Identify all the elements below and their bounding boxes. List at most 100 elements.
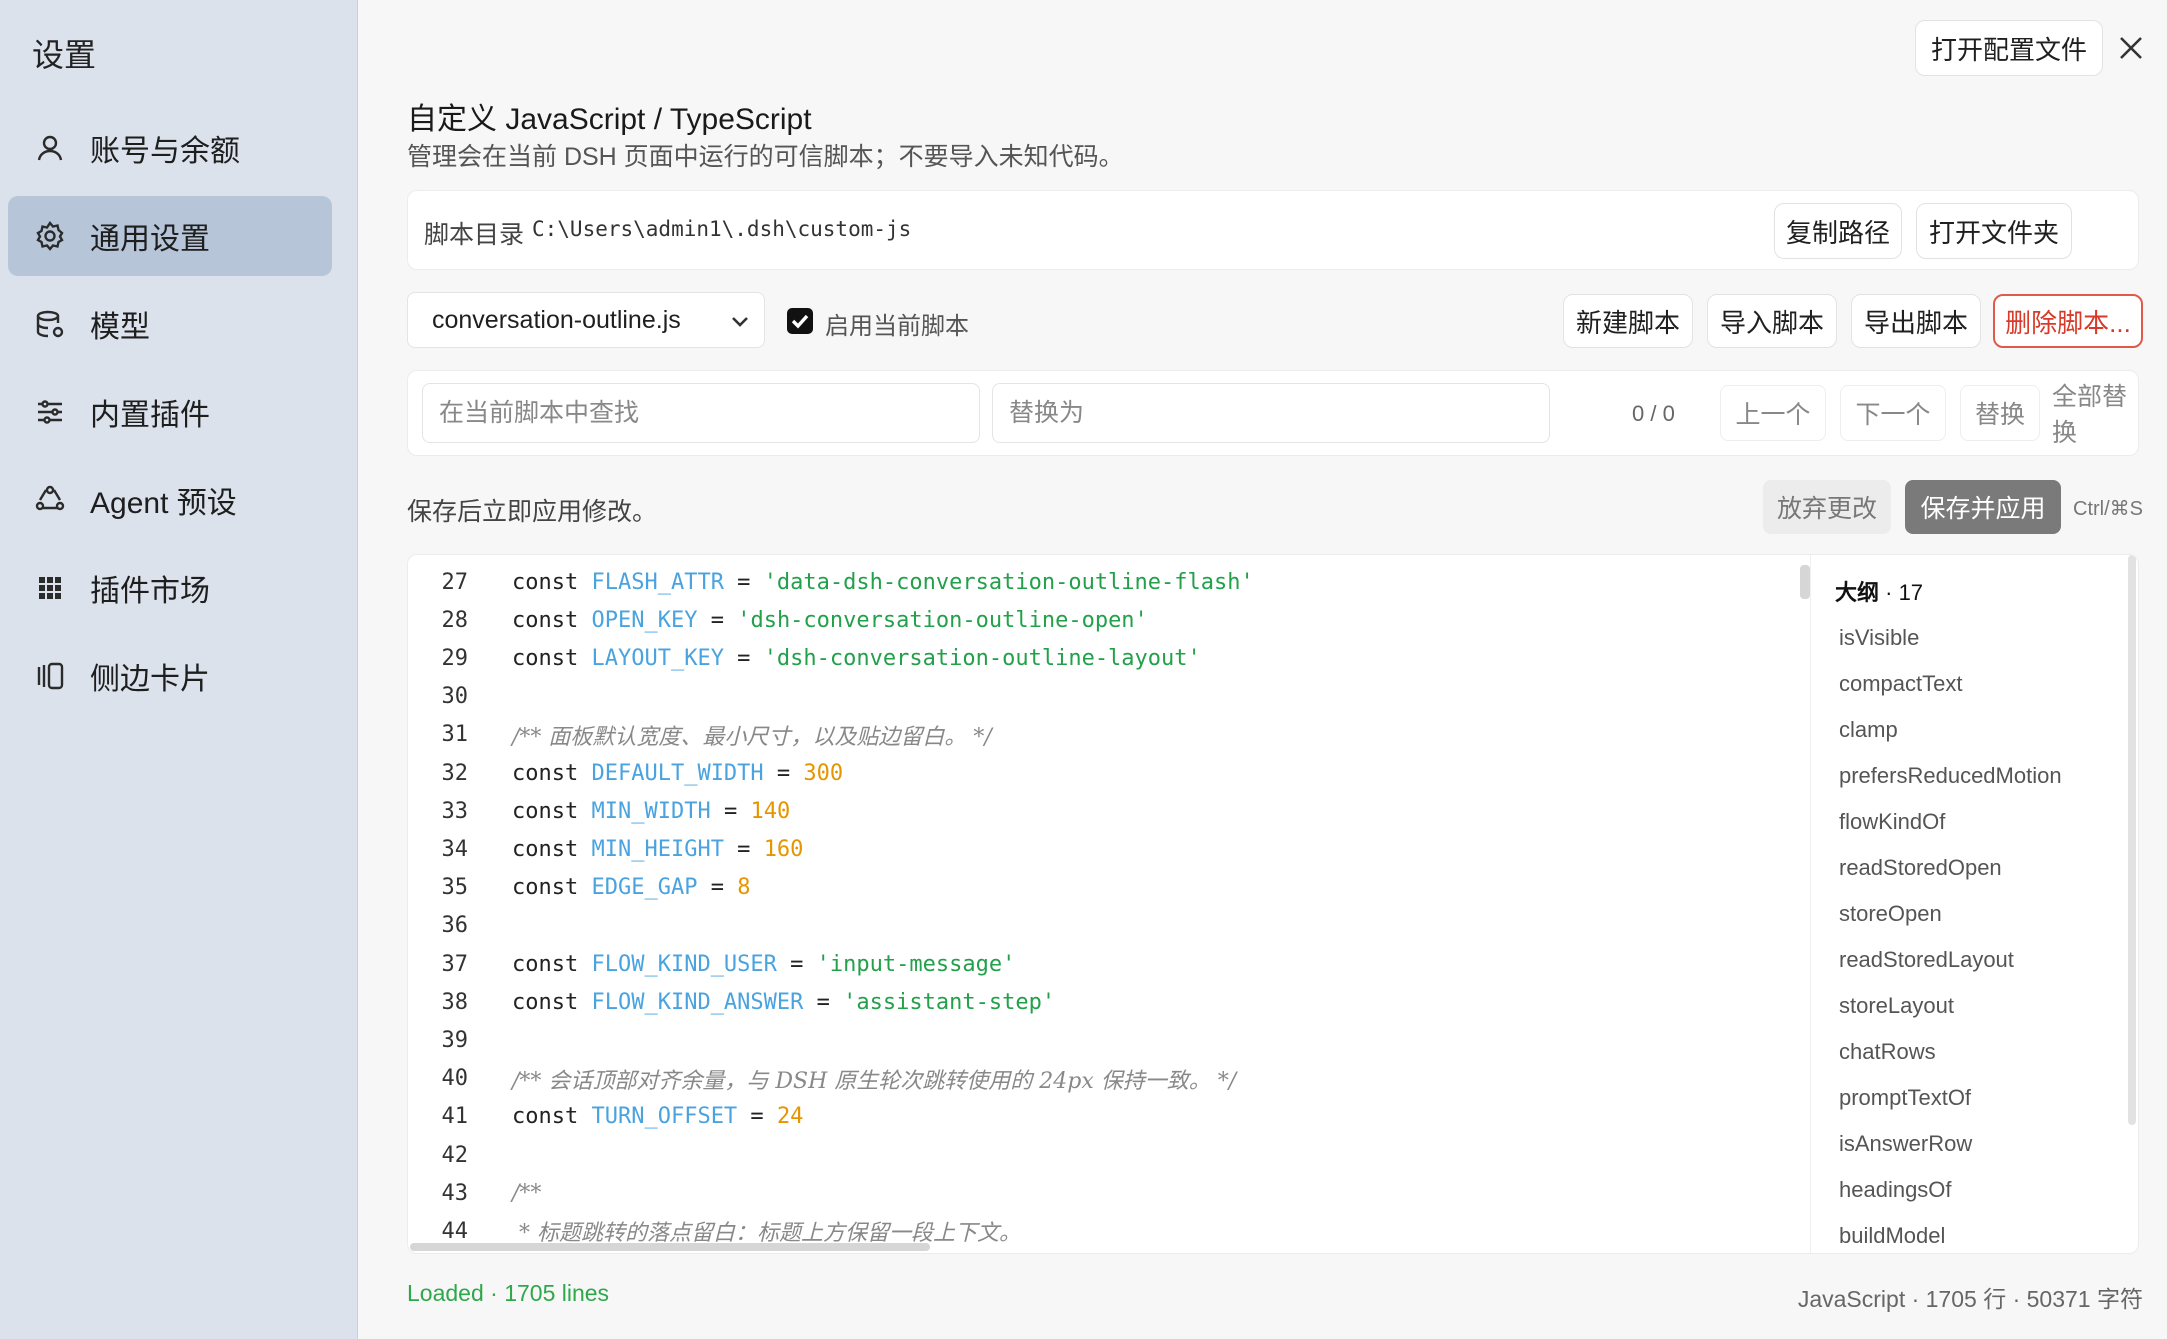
outline-item[interactable]: compactText — [1839, 661, 1963, 707]
directory-label: 脚本目录 — [424, 221, 525, 249]
code-text: const FLOW_KIND_USER = 'input-message' — [512, 952, 1015, 977]
save-apply-button[interactable]: 保存并应用 — [1905, 480, 2061, 534]
code-text: /** 面板默认宽度、最小尺寸，以及贴边留白。 */ — [512, 719, 992, 751]
find-input[interactable] — [422, 383, 980, 443]
outline-scrollbar[interactable] — [2128, 555, 2136, 1125]
outline-item[interactable]: readStoredLayout — [1839, 937, 2014, 983]
open-config-button[interactable]: 打开配置文件 — [1915, 20, 2103, 76]
code-token: const — [512, 569, 592, 595]
code-token: = — [723, 569, 764, 595]
import-script-button[interactable]: 导入脚本 — [1707, 294, 1837, 348]
code-token: DEFAULT_WIDTH — [591, 760, 764, 786]
code-token: const — [512, 989, 592, 1015]
code-text: const MIN_HEIGHT = 160 — [512, 837, 803, 862]
code-token: MIN_WIDTH — [591, 798, 711, 824]
outline-item[interactable]: storeOpen — [1839, 891, 1942, 937]
delete-script-button[interactable]: 删除脚本... — [1993, 294, 2143, 348]
code-token: = — [723, 836, 764, 862]
sidebar-item-plugin-market[interactable]: 插件市场 — [8, 548, 332, 628]
code-token: 'assistant-step' — [843, 989, 1056, 1015]
code-token: FLOW_KIND_ANSWER — [591, 989, 804, 1015]
code-token: const — [512, 607, 592, 633]
code-token: 8 — [737, 875, 751, 901]
code-area[interactable]: 27 const FLASH_ATTR = 'data-dsh-conversat… — [408, 555, 1808, 1246]
code-token: TURN_OFFSET — [591, 1104, 738, 1130]
code-scrollbar[interactable] — [1800, 565, 1810, 599]
code-line: 38 const FLOW_KIND_ANSWER = 'assistant-st… — [408, 983, 1056, 1021]
code-token: const — [512, 951, 592, 977]
line-number: 43 — [441, 1180, 469, 1206]
discard-changes-button[interactable]: 放弃更改 — [1763, 480, 1891, 534]
code-token: 24 — [776, 1104, 804, 1130]
outline-title-text: 大纲 — [1835, 580, 1880, 605]
outline-item[interactable]: headingsOf — [1839, 1167, 1952, 1213]
close-icon[interactable] — [2111, 28, 2151, 68]
outline-item[interactable]: buildModel — [1839, 1213, 1945, 1253]
find-next-button[interactable]: 下一个 — [1840, 385, 1946, 441]
find-replace-bar: 0 / 0 上一个 下一个 替换 全部替换 — [407, 370, 2139, 456]
gear-icon — [32, 218, 68, 254]
horizontal-scrollbar[interactable] — [410, 1243, 930, 1251]
grid-icon — [32, 570, 68, 606]
code-token: = — [723, 645, 764, 671]
line-number: 35 — [441, 875, 469, 901]
outline-item[interactable]: readStoredOpen — [1839, 845, 2002, 891]
code-line: 33 const MIN_WIDTH = 140 — [408, 792, 791, 830]
outline-item[interactable]: prefersReducedMotion — [1839, 753, 2062, 799]
code-token: LAYOUT_KEY — [591, 645, 724, 671]
code-token: 140 — [750, 798, 791, 824]
sidebar-item-account[interactable]: 账号与余额 — [8, 108, 332, 188]
enable-script-checkbox[interactable] — [787, 308, 813, 334]
code-token: /** 会话顶部对齐余量，与 DSH 原生轮次跳转使用的 24px 保持一致。 … — [512, 1068, 1237, 1094]
line-number: 40 — [441, 1066, 469, 1092]
code-line: 40 /** 会话顶部对齐余量，与 DSH 原生轮次跳转使用的 24px 保持一致… — [408, 1060, 1237, 1098]
new-script-button[interactable]: 新建脚本 — [1563, 294, 1693, 348]
code-text: * 标题跳转的落点留白：标题上方保留一段上下文。 — [512, 1215, 1021, 1245]
sidebar-item-general[interactable]: 通用设置 — [8, 196, 332, 276]
code-token: FLASH_ATTR — [591, 569, 724, 595]
copy-path-button[interactable]: 复制路径 — [1774, 203, 1902, 259]
code-text: const OPEN_KEY = 'dsh-conversation-outli… — [512, 608, 1148, 633]
replace-button[interactable]: 替换 — [1960, 385, 2040, 441]
script-select[interactable]: conversation-outline.js — [407, 292, 765, 348]
sidebar-item-label: 模型 — [90, 311, 150, 344]
outline-item[interactable]: isAnswerRow — [1839, 1121, 1972, 1167]
line-number: 42 — [441, 1142, 469, 1168]
status-loaded: Loaded · 1705 lines — [407, 1280, 610, 1306]
page-title: 自定义 JavaScript / TypeScript — [407, 103, 812, 136]
sidebar-item-side-cards[interactable]: 侧边卡片 — [8, 636, 332, 716]
code-token: const — [512, 798, 592, 824]
outline-item[interactable]: clamp — [1839, 707, 1898, 753]
sidebar-item-label: 侧边卡片 — [90, 663, 210, 696]
status-info: JavaScript · 1705 行 · 50371 字符 — [1797, 1286, 2143, 1312]
open-folder-button[interactable]: 打开文件夹 — [1916, 203, 2072, 259]
code-line: 44 * 标题跳转的落点留白：标题上方保留一段上下文。 — [408, 1212, 1022, 1245]
match-counter: 0 / 0 — [1632, 401, 1675, 426]
replace-all-button[interactable]: 全部替换 — [2052, 383, 2132, 447]
code-text: /** 会话顶部对齐余量，与 DSH 原生轮次跳转使用的 24px 保持一致。 … — [512, 1063, 1236, 1095]
code-text: /** — [512, 1181, 541, 1206]
sidebar: 设置 账号与余额 通用设置 模型 内置插件 Agent 预设 插件市场 侧边卡片 — [0, 0, 358, 1339]
code-token: OPEN_KEY — [591, 607, 698, 633]
code-token: 300 — [803, 760, 844, 786]
code-token: const — [512, 645, 592, 671]
code-line: 31 /** 面板默认宽度、最小尺寸，以及贴边留白。 */ — [408, 716, 992, 754]
outline-item[interactable]: promptTextOf — [1839, 1075, 1971, 1121]
outline-item[interactable]: storeLayout — [1839, 983, 1954, 1029]
code-text: const LAYOUT_KEY = 'dsh-conversation-out… — [512, 646, 1201, 671]
outline-item[interactable]: isVisible — [1839, 615, 1919, 661]
line-number: 44 — [441, 1218, 469, 1244]
sidebar-item-agent-presets[interactable]: Agent 预设 — [8, 460, 332, 540]
code-token: = — [737, 1104, 777, 1130]
sidebar-item-builtin-plugins[interactable]: 内置插件 — [8, 372, 332, 452]
code-editor[interactable]: 27 const FLASH_ATTR = 'data-dsh-conversat… — [407, 554, 2139, 1254]
code-line: 34 const MIN_HEIGHT = 160 — [408, 830, 804, 868]
outline-item[interactable]: chatRows — [1839, 1029, 1936, 1075]
replace-input[interactable] — [992, 383, 1550, 443]
find-prev-button[interactable]: 上一个 — [1720, 385, 1826, 441]
export-script-button[interactable]: 导出脚本 — [1851, 294, 1981, 348]
outline-item[interactable]: flowKindOf — [1839, 799, 1945, 845]
sidebar-item-models[interactable]: 模型 — [8, 284, 332, 364]
code-text: const FLASH_ATTR = 'data-dsh-conversatio… — [512, 570, 1254, 595]
code-text: const MIN_WIDTH = 140 — [512, 799, 790, 824]
